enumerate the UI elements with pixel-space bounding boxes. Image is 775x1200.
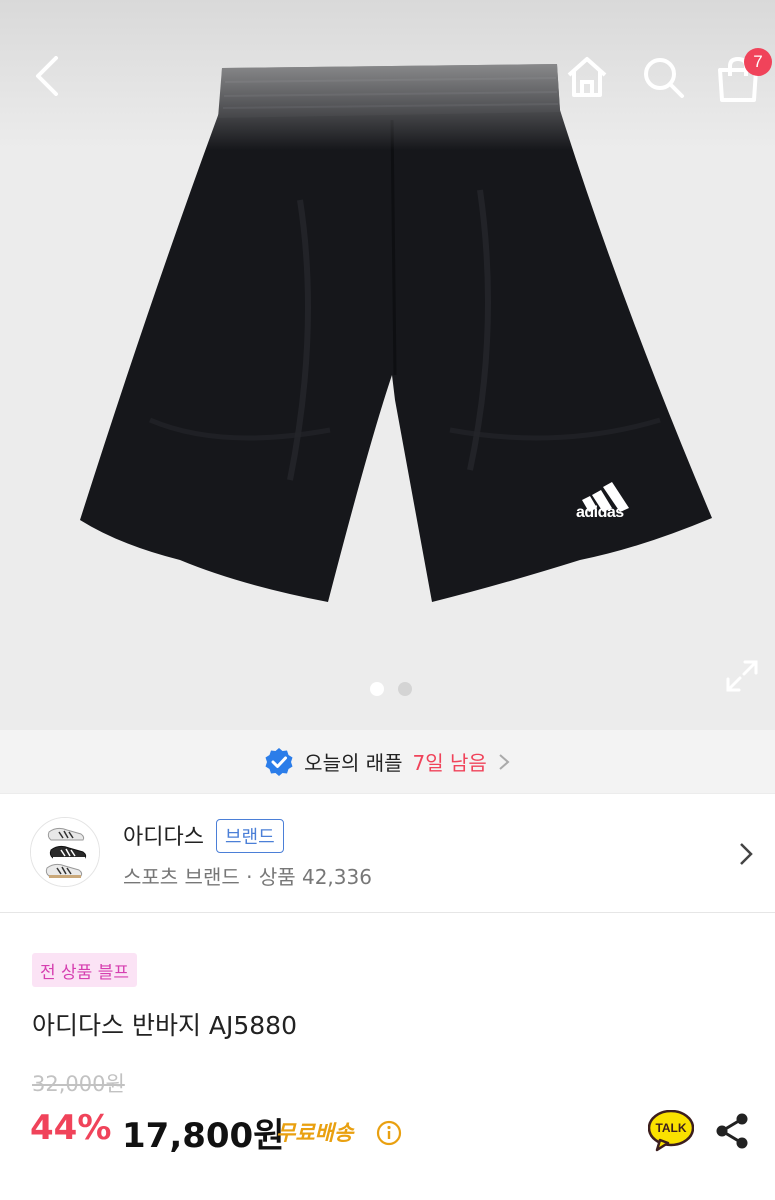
brand-tag: 브랜드	[216, 819, 284, 853]
kakao-talk-button[interactable]: TALK	[648, 1110, 694, 1152]
search-icon	[644, 58, 684, 98]
free-shipping-label: 무료배송	[276, 1121, 354, 1145]
back-icon	[36, 56, 58, 96]
info-icon[interactable]	[376, 1120, 402, 1146]
brand-logo	[30, 817, 100, 887]
carousel-dot-active[interactable]	[370, 682, 384, 696]
share-icon	[716, 1113, 748, 1149]
verified-icon	[265, 747, 293, 776]
sale-price: 17,800원	[122, 1116, 285, 1156]
share-button[interactable]	[714, 1112, 750, 1150]
home-icon	[567, 57, 607, 97]
kakao-talk-label: TALK	[655, 1121, 687, 1135]
sneakers-image	[31, 818, 99, 886]
original-price: 32,000원	[32, 1072, 125, 1096]
back-button[interactable]	[22, 50, 72, 102]
home-button[interactable]	[560, 50, 614, 104]
chevron-right-icon	[499, 753, 510, 770]
expand-icon	[726, 660, 758, 692]
search-button[interactable]	[636, 50, 690, 104]
carousel-indicator	[370, 682, 412, 696]
promo-badge: 전 상품 블프	[32, 953, 138, 987]
raffle-label: 오늘의 래플	[304, 751, 403, 775]
discount-rate: 44%	[30, 1108, 112, 1148]
raffle-days-left: 7일 남음	[412, 751, 487, 775]
brand-row[interactable]: 아디다스 브랜드 스포츠 브랜드 · 상품 42,336	[0, 795, 775, 913]
brand-mark-text: adidas	[576, 504, 624, 521]
cart-button[interactable]: 7	[712, 46, 772, 106]
raffle-banner[interactable]: 오늘의 래플 7일 남음	[0, 730, 775, 794]
product-image-carousel[interactable]: adidas 7	[0, 0, 775, 730]
chevron-right-icon	[740, 843, 753, 865]
expand-button[interactable]	[724, 658, 760, 694]
carousel-dot[interactable]	[398, 682, 412, 696]
cart-count-badge: 7	[744, 48, 772, 76]
brand-name: 아디다스	[123, 825, 204, 850]
product-title: 아디다스 반바지 AJ5880	[32, 1011, 297, 1040]
brand-subtitle: 스포츠 브랜드 · 상품 42,336	[123, 865, 372, 889]
